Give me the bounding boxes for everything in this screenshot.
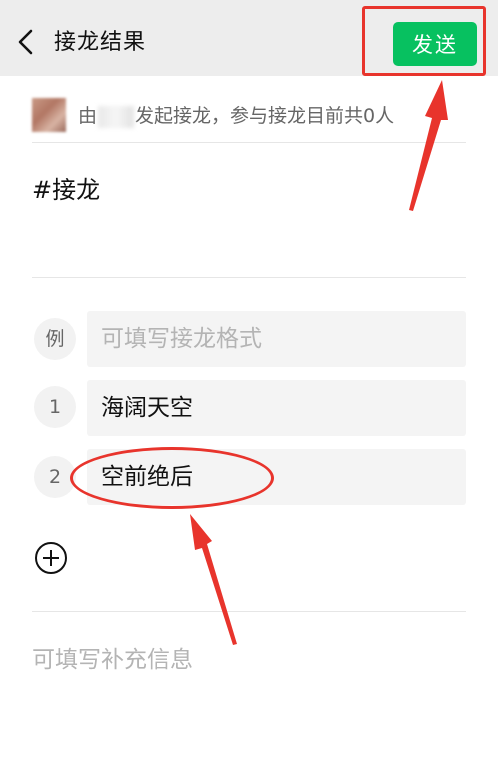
extra-info-input[interactable]: 可填写补充信息 [32, 642, 193, 678]
divider [32, 142, 466, 143]
divider [32, 277, 466, 278]
chevron-left-icon[interactable] [14, 28, 38, 56]
initiator-prefix: 由 [78, 105, 98, 127]
annotation-arrow-send [409, 80, 448, 211]
page-title: 接龙结果 [54, 30, 147, 55]
topic-input[interactable]: #接龙 [32, 172, 100, 208]
annotation-arrow-entry [190, 514, 237, 645]
nav-bar: 接龙结果 发送 [0, 8, 498, 76]
entry-number-example: 例 [34, 318, 76, 360]
send-button[interactable]: 发送 [393, 22, 477, 66]
entry-number-2: 2 [34, 456, 76, 498]
status-bar [0, 0, 498, 8]
entry-input-1[interactable]: 海阔天空 [87, 380, 466, 436]
plus-circle-icon[interactable] [34, 541, 68, 575]
initiator-suffix: 发起接龙，参与接龙目前共0人 [135, 105, 395, 127]
avatar [32, 98, 66, 132]
entry-input-example[interactable]: 可填写接龙格式 [87, 311, 466, 367]
divider [32, 611, 466, 612]
entry-number-1: 1 [34, 386, 76, 428]
solitaire-result-screen: 接龙结果 发送 由发起接龙，参与接龙目前共0人 #接龙 例 可填写接龙格式 1 … [0, 0, 498, 784]
initiator-info: 由 发起接龙，参与接龙目前共0人 [78, 101, 394, 131]
blurred-username [98, 105, 135, 128]
entry-input-2[interactable]: 空前绝后 [87, 449, 466, 505]
